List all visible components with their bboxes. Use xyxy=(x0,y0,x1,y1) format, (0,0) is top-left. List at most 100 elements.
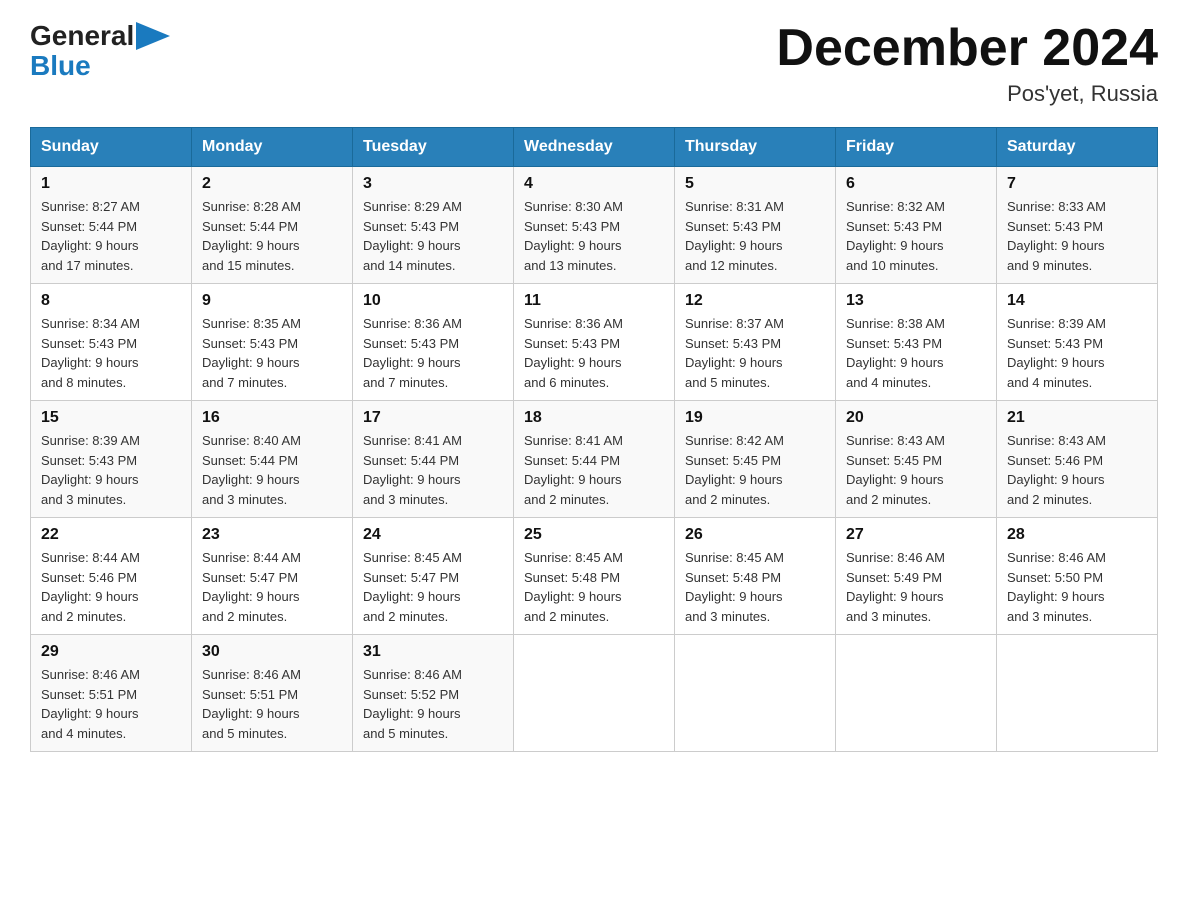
day-number: 16 xyxy=(202,409,342,427)
day-number: 6 xyxy=(846,175,986,193)
day-info: Sunrise: 8:28 AMSunset: 5:44 PMDaylight:… xyxy=(202,197,342,275)
day-number: 11 xyxy=(524,292,664,310)
day-cell: 9 Sunrise: 8:35 AMSunset: 5:43 PMDaylight… xyxy=(192,284,353,401)
day-number: 15 xyxy=(41,409,181,427)
day-header-tuesday: Tuesday xyxy=(353,128,514,167)
day-cell: 12 Sunrise: 8:37 AMSunset: 5:43 PMDayligh… xyxy=(675,284,836,401)
day-number: 25 xyxy=(524,526,664,544)
day-cell xyxy=(997,635,1158,752)
day-number: 27 xyxy=(846,526,986,544)
day-number: 7 xyxy=(1007,175,1147,193)
day-cell: 19Sunrise: 8:42 AMSunset: 5:45 PMDayligh… xyxy=(675,401,836,518)
day-info: Sunrise: 8:36 AMSunset: 5:43 PMDaylight:… xyxy=(363,314,503,392)
day-cell: 1 Sunrise: 8:27 AMSunset: 5:44 PMDaylight… xyxy=(31,167,192,284)
day-number: 2 xyxy=(202,175,342,193)
days-header-row: SundayMondayTuesdayWednesdayThursdayFrid… xyxy=(31,128,1158,167)
day-number: 29 xyxy=(41,643,181,661)
logo-arrow-icon xyxy=(136,22,170,50)
day-info: Sunrise: 8:43 AMSunset: 5:45 PMDaylight:… xyxy=(846,431,986,509)
day-info: Sunrise: 8:45 AMSunset: 5:48 PMDaylight:… xyxy=(524,548,664,626)
day-info: Sunrise: 8:27 AMSunset: 5:44 PMDaylight:… xyxy=(41,197,181,275)
day-info: Sunrise: 8:44 AMSunset: 5:47 PMDaylight:… xyxy=(202,548,342,626)
day-cell: 23 Sunrise: 8:44 AMSunset: 5:47 PMDayligh… xyxy=(192,518,353,635)
day-number: 18 xyxy=(524,409,664,427)
day-cell: 4 Sunrise: 8:30 AMSunset: 5:43 PMDaylight… xyxy=(514,167,675,284)
day-info: Sunrise: 8:37 AMSunset: 5:43 PMDaylight:… xyxy=(685,314,825,392)
week-row-1: 1 Sunrise: 8:27 AMSunset: 5:44 PMDaylight… xyxy=(31,167,1158,284)
day-cell: 24 Sunrise: 8:45 AMSunset: 5:47 PMDayligh… xyxy=(353,518,514,635)
day-number: 13 xyxy=(846,292,986,310)
day-info: Sunrise: 8:36 AMSunset: 5:43 PMDaylight:… xyxy=(524,314,664,392)
week-row-4: 22 Sunrise: 8:44 AMSunset: 5:46 PMDayligh… xyxy=(31,518,1158,635)
logo-line1: General xyxy=(30,20,170,52)
day-cell: 14Sunrise: 8:39 AMSunset: 5:43 PMDayligh… xyxy=(997,284,1158,401)
day-info: Sunrise: 8:41 AMSunset: 5:44 PMDaylight:… xyxy=(524,431,664,509)
day-number: 12 xyxy=(685,292,825,310)
day-info: Sunrise: 8:44 AMSunset: 5:46 PMDaylight:… xyxy=(41,548,181,626)
day-cell: 21 Sunrise: 8:43 AMSunset: 5:46 PMDayligh… xyxy=(997,401,1158,518)
day-cell: 10Sunrise: 8:36 AMSunset: 5:43 PMDayligh… xyxy=(353,284,514,401)
day-cell: 20 Sunrise: 8:43 AMSunset: 5:45 PMDayligh… xyxy=(836,401,997,518)
week-row-5: 29 Sunrise: 8:46 AMSunset: 5:51 PMDayligh… xyxy=(31,635,1158,752)
day-cell: 16Sunrise: 8:40 AMSunset: 5:44 PMDayligh… xyxy=(192,401,353,518)
day-info: Sunrise: 8:35 AMSunset: 5:43 PMDaylight:… xyxy=(202,314,342,392)
day-info: Sunrise: 8:39 AMSunset: 5:43 PMDaylight:… xyxy=(41,431,181,509)
day-number: 31 xyxy=(363,643,503,661)
day-cell: 28 Sunrise: 8:46 AMSunset: 5:50 PMDayligh… xyxy=(997,518,1158,635)
location: Pos'yet, Russia xyxy=(776,81,1158,107)
logo: General Blue xyxy=(30,20,170,82)
day-info: Sunrise: 8:45 AMSunset: 5:48 PMDaylight:… xyxy=(685,548,825,626)
day-number: 9 xyxy=(202,292,342,310)
day-info: Sunrise: 8:33 AMSunset: 5:43 PMDaylight:… xyxy=(1007,197,1147,275)
day-header-wednesday: Wednesday xyxy=(514,128,675,167)
week-row-2: 8Sunrise: 8:34 AMSunset: 5:43 PMDaylight… xyxy=(31,284,1158,401)
day-cell: 13Sunrise: 8:38 AMSunset: 5:43 PMDayligh… xyxy=(836,284,997,401)
day-cell: 6 Sunrise: 8:32 AMSunset: 5:43 PMDaylight… xyxy=(836,167,997,284)
day-number: 30 xyxy=(202,643,342,661)
day-info: Sunrise: 8:46 AMSunset: 5:52 PMDaylight:… xyxy=(363,665,503,743)
day-header-monday: Monday xyxy=(192,128,353,167)
day-cell: 29 Sunrise: 8:46 AMSunset: 5:51 PMDayligh… xyxy=(31,635,192,752)
day-number: 22 xyxy=(41,526,181,544)
day-cell: 2 Sunrise: 8:28 AMSunset: 5:44 PMDaylight… xyxy=(192,167,353,284)
day-info: Sunrise: 8:39 AMSunset: 5:43 PMDaylight:… xyxy=(1007,314,1147,392)
day-info: Sunrise: 8:46 AMSunset: 5:50 PMDaylight:… xyxy=(1007,548,1147,626)
logo-general: General xyxy=(30,20,134,52)
day-cell: 22 Sunrise: 8:44 AMSunset: 5:46 PMDayligh… xyxy=(31,518,192,635)
day-cell: 5Sunrise: 8:31 AMSunset: 5:43 PMDaylight… xyxy=(675,167,836,284)
day-cell: 31 Sunrise: 8:46 AMSunset: 5:52 PMDayligh… xyxy=(353,635,514,752)
day-header-sunday: Sunday xyxy=(31,128,192,167)
day-info: Sunrise: 8:46 AMSunset: 5:51 PMDaylight:… xyxy=(202,665,342,743)
logo-blue: Blue xyxy=(30,50,91,82)
day-cell xyxy=(836,635,997,752)
day-info: Sunrise: 8:45 AMSunset: 5:47 PMDaylight:… xyxy=(363,548,503,626)
day-info: Sunrise: 8:32 AMSunset: 5:43 PMDaylight:… xyxy=(846,197,986,275)
day-cell: 11 Sunrise: 8:36 AMSunset: 5:43 PMDayligh… xyxy=(514,284,675,401)
day-number: 5 xyxy=(685,175,825,193)
day-cell xyxy=(675,635,836,752)
day-number: 20 xyxy=(846,409,986,427)
week-row-3: 15 Sunrise: 8:39 AMSunset: 5:43 PMDayligh… xyxy=(31,401,1158,518)
day-info: Sunrise: 8:46 AMSunset: 5:51 PMDaylight:… xyxy=(41,665,181,743)
day-cell: 8Sunrise: 8:34 AMSunset: 5:43 PMDaylight… xyxy=(31,284,192,401)
day-header-thursday: Thursday xyxy=(675,128,836,167)
day-number: 4 xyxy=(524,175,664,193)
month-title: December 2024 xyxy=(776,20,1158,77)
day-number: 8 xyxy=(41,292,181,310)
day-info: Sunrise: 8:30 AMSunset: 5:43 PMDaylight:… xyxy=(524,197,664,275)
day-number: 1 xyxy=(41,175,181,193)
day-number: 23 xyxy=(202,526,342,544)
day-cell: 27 Sunrise: 8:46 AMSunset: 5:49 PMDayligh… xyxy=(836,518,997,635)
day-number: 24 xyxy=(363,526,503,544)
day-number: 28 xyxy=(1007,526,1147,544)
day-cell: 18 Sunrise: 8:41 AMSunset: 5:44 PMDayligh… xyxy=(514,401,675,518)
title-block: December 2024 Pos'yet, Russia xyxy=(776,20,1158,107)
day-info: Sunrise: 8:43 AMSunset: 5:46 PMDaylight:… xyxy=(1007,431,1147,509)
day-cell: 30 Sunrise: 8:46 AMSunset: 5:51 PMDayligh… xyxy=(192,635,353,752)
day-number: 26 xyxy=(685,526,825,544)
day-header-friday: Friday xyxy=(836,128,997,167)
day-number: 21 xyxy=(1007,409,1147,427)
day-cell: 26 Sunrise: 8:45 AMSunset: 5:48 PMDayligh… xyxy=(675,518,836,635)
day-info: Sunrise: 8:46 AMSunset: 5:49 PMDaylight:… xyxy=(846,548,986,626)
day-cell xyxy=(514,635,675,752)
